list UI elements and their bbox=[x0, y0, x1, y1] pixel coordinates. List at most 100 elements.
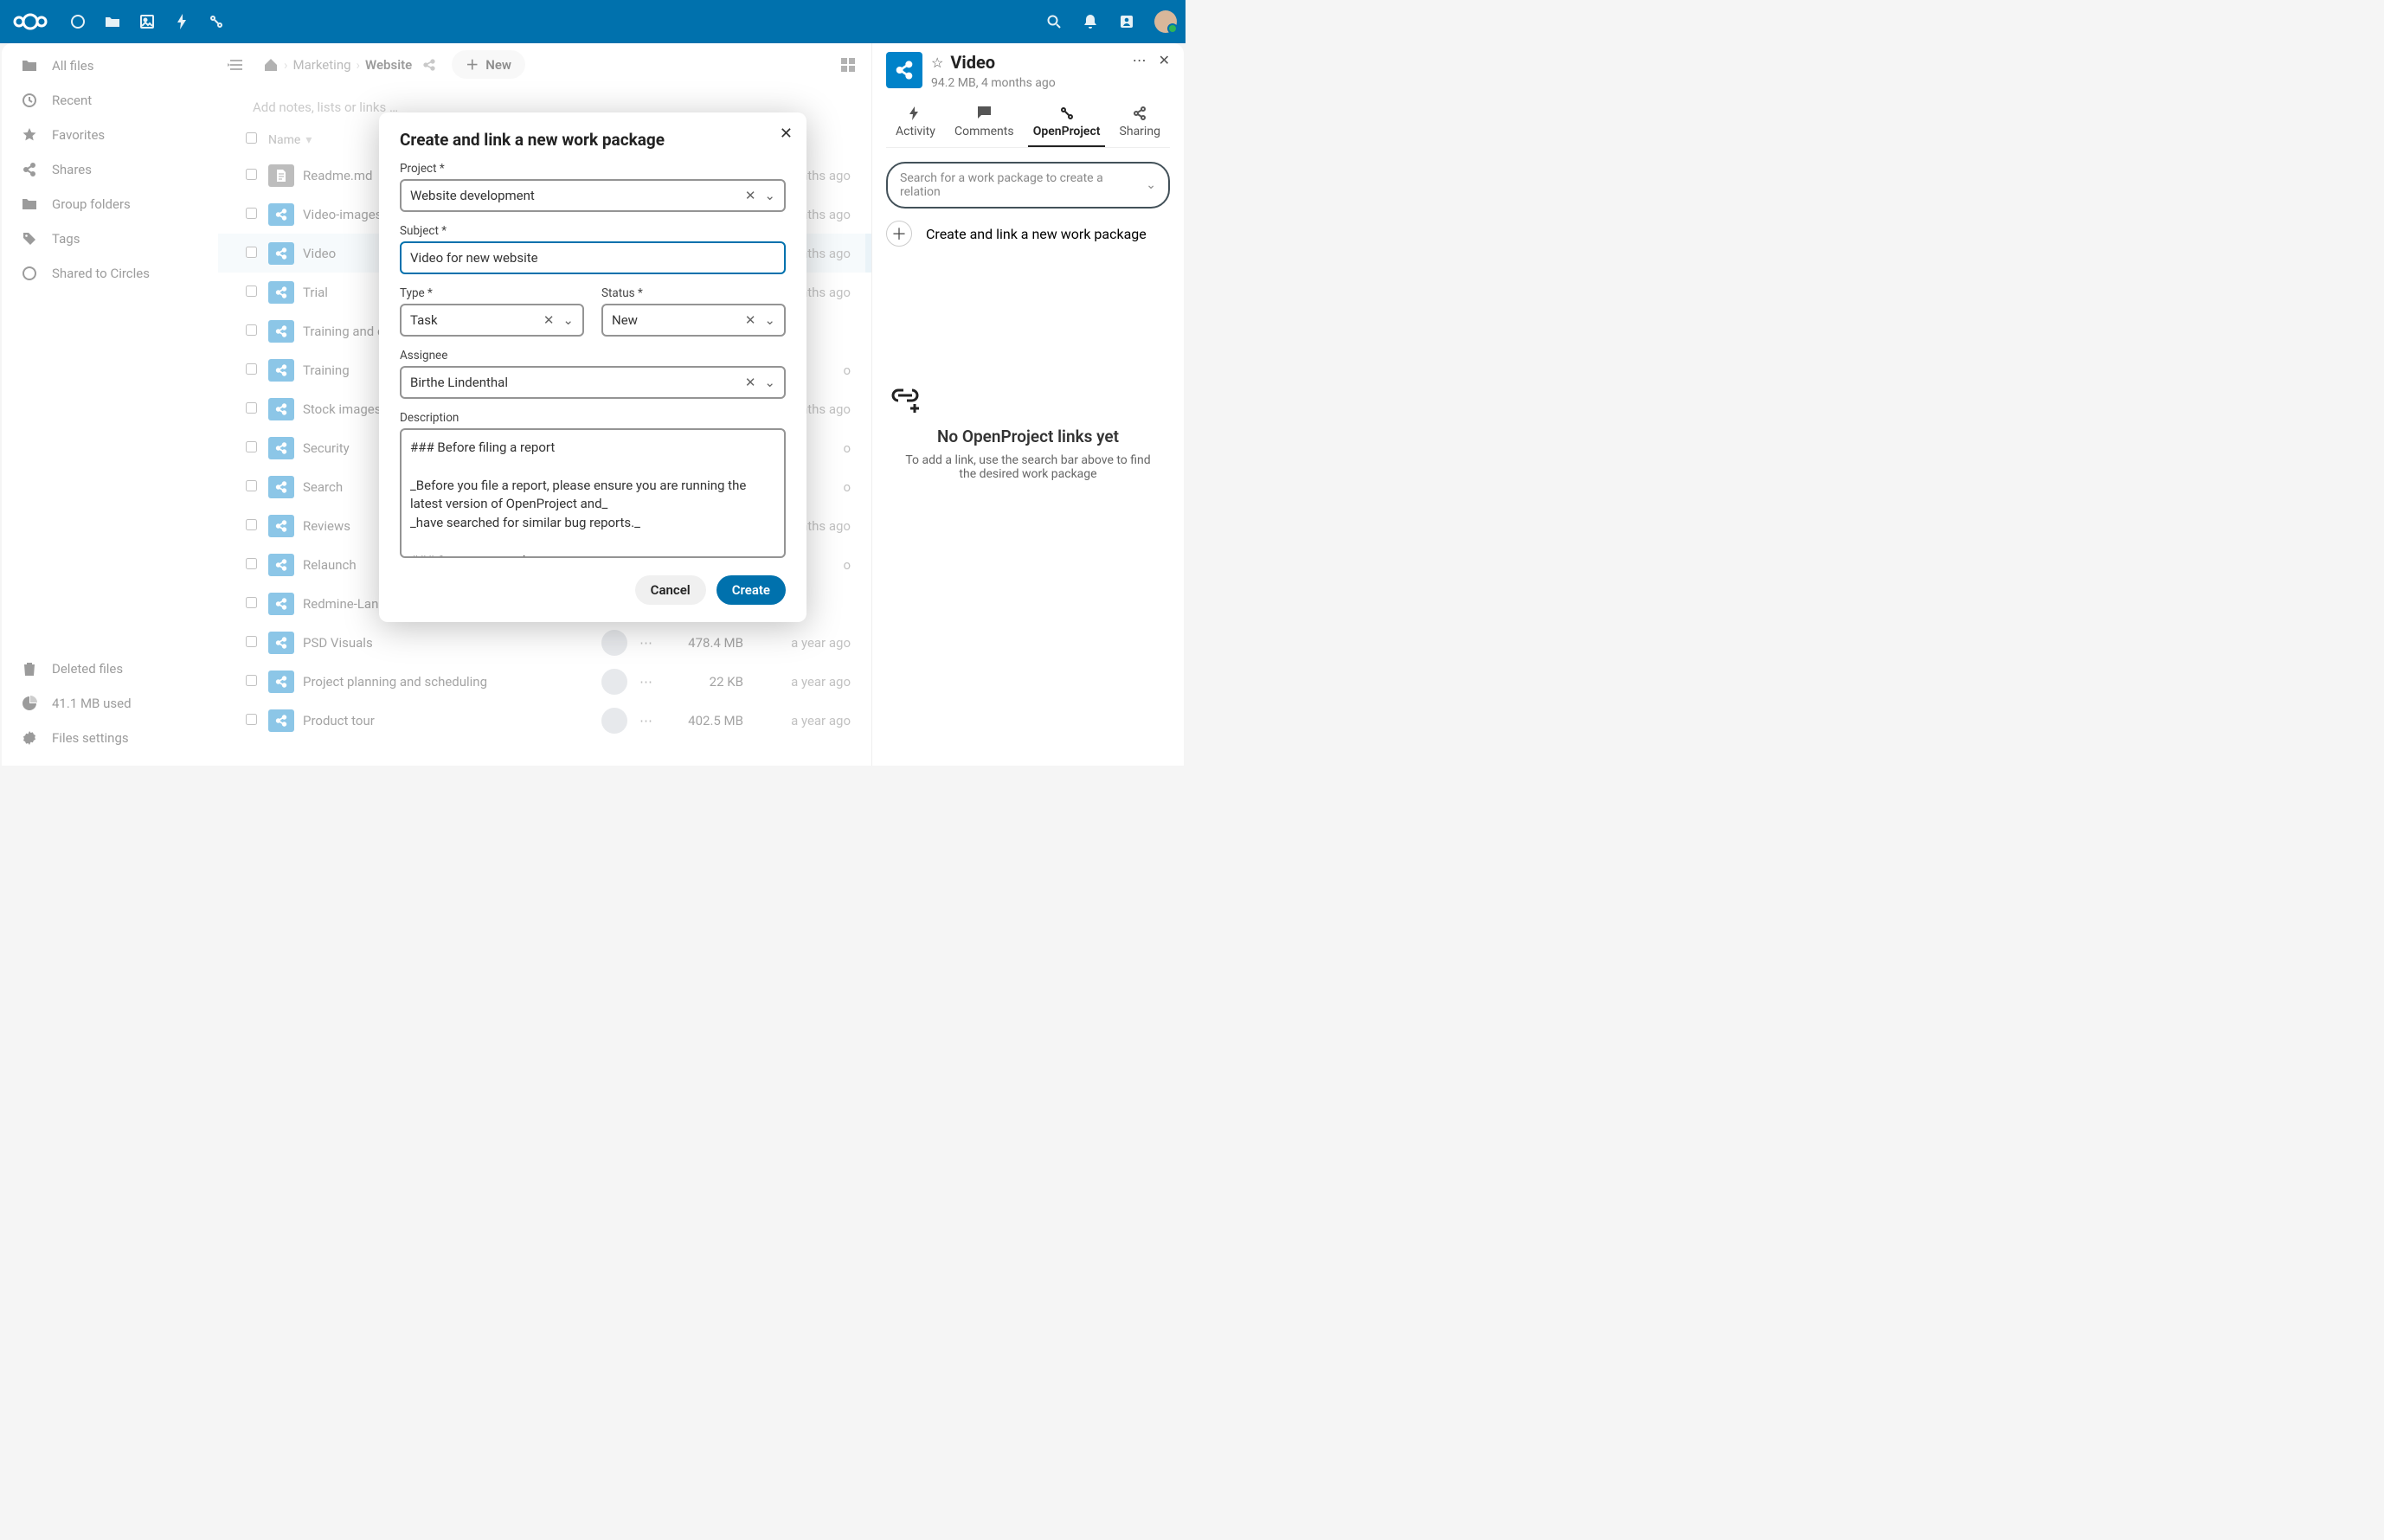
chevron-down-icon[interactable]: ⌄ bbox=[764, 375, 775, 390]
file-size: 478.4 MB bbox=[657, 635, 743, 651]
toggle-sidebar-icon[interactable] bbox=[227, 58, 244, 72]
sidebar-item-label: Shares bbox=[52, 162, 92, 177]
activity-icon[interactable] bbox=[173, 13, 190, 30]
empty-title: No OpenProject links yet bbox=[886, 427, 1170, 446]
row-checkbox[interactable] bbox=[246, 597, 257, 608]
row-checkbox[interactable] bbox=[246, 208, 257, 219]
row-checkbox[interactable] bbox=[246, 286, 257, 297]
chevron-down-icon[interactable]: ⌄ bbox=[764, 312, 775, 328]
project-select[interactable]: Website development ✕ ⌄ bbox=[400, 179, 786, 212]
shared-folder-icon bbox=[268, 476, 294, 498]
owner-avatar[interactable] bbox=[601, 708, 627, 734]
details-subtitle: 94.2 MB, 4 months ago bbox=[931, 76, 1124, 90]
nextcloud-logo-icon[interactable] bbox=[9, 11, 52, 32]
notifications-icon[interactable] bbox=[1082, 13, 1099, 30]
create-link-label: Create and link a new work package bbox=[926, 226, 1147, 242]
sidebar-item-shared-circles[interactable]: Shared to Circles bbox=[5, 256, 215, 291]
search-placeholder: Search for a work package to create a re… bbox=[900, 171, 1146, 199]
user-avatar[interactable] bbox=[1154, 10, 1177, 33]
activity-tab-icon bbox=[908, 106, 923, 121]
sidebar-item-recent[interactable]: Recent bbox=[5, 83, 215, 118]
row-checkbox[interactable] bbox=[246, 558, 257, 569]
status-select[interactable]: New ✕⌄ bbox=[601, 304, 786, 337]
owner-avatar[interactable] bbox=[601, 669, 627, 695]
close-modal-icon[interactable]: ✕ bbox=[780, 125, 793, 143]
clear-icon[interactable]: ✕ bbox=[745, 312, 756, 328]
file-row[interactable]: Project planning and scheduling⋯22 KBa y… bbox=[218, 662, 871, 701]
sidebar-item-deleted[interactable]: Deleted files bbox=[5, 651, 215, 686]
row-actions-icon[interactable]: ⋯ bbox=[639, 635, 657, 651]
sidebar-item-settings[interactable]: Files settings bbox=[5, 721, 215, 755]
chevron-down-icon: ⌄ bbox=[1146, 178, 1156, 192]
column-name[interactable]: Name bbox=[268, 133, 300, 147]
row-actions-icon[interactable]: ⋯ bbox=[639, 674, 657, 690]
sidebar-item-tags[interactable]: Tags bbox=[5, 221, 215, 256]
row-checkbox[interactable] bbox=[246, 675, 257, 686]
tab-activity[interactable]: Activity bbox=[890, 106, 941, 147]
tab-sharing[interactable]: Sharing bbox=[1115, 106, 1166, 147]
sidebar-item-favorites[interactable]: Favorites bbox=[5, 118, 215, 152]
more-icon[interactable]: ⋯ bbox=[1133, 52, 1147, 68]
plus-icon: ＋ bbox=[466, 55, 479, 74]
openproject-app-icon[interactable] bbox=[208, 13, 225, 30]
sidebar: All files Recent Favorites Shares Group … bbox=[2, 43, 218, 766]
subject-input[interactable]: Video for new website bbox=[400, 241, 786, 274]
sidebar-item-all-files[interactable]: All files bbox=[5, 48, 215, 83]
favorite-star-icon[interactable]: ☆ bbox=[931, 55, 943, 71]
shared-folder-icon bbox=[268, 515, 294, 537]
plus-circle-icon: ＋ bbox=[886, 221, 912, 247]
row-checkbox[interactable] bbox=[246, 247, 257, 258]
files-icon[interactable] bbox=[104, 13, 121, 30]
create-link-row[interactable]: ＋ Create and link a new work package bbox=[886, 221, 1170, 247]
row-checkbox[interactable] bbox=[246, 480, 257, 491]
link-plus-icon bbox=[886, 385, 1170, 416]
dashboard-icon[interactable] bbox=[69, 13, 87, 30]
row-checkbox[interactable] bbox=[246, 519, 257, 530]
shared-folder-icon bbox=[268, 398, 294, 420]
select-all-checkbox[interactable] bbox=[246, 132, 257, 144]
description-textarea[interactable]: ### Before filing a report _Before you f… bbox=[400, 428, 786, 558]
chevron-down-icon[interactable]: ⌄ bbox=[764, 188, 775, 203]
create-button[interactable]: Create bbox=[716, 575, 786, 605]
shared-folder-icon bbox=[268, 554, 294, 576]
search-icon[interactable] bbox=[1045, 13, 1063, 30]
shared-folder-icon bbox=[268, 320, 294, 343]
project-value: Website development bbox=[410, 188, 535, 203]
close-details-icon[interactable]: ✕ bbox=[1159, 52, 1170, 68]
row-checkbox[interactable] bbox=[246, 363, 257, 375]
photos-icon[interactable] bbox=[138, 13, 156, 30]
contacts-icon[interactable] bbox=[1118, 13, 1135, 30]
share-crumb-icon[interactable] bbox=[422, 58, 436, 72]
file-row[interactable]: Product tour⋯402.5 MBa year ago bbox=[218, 701, 871, 740]
file-row[interactable]: PSD Visuals⋯478.4 MBa year ago bbox=[218, 623, 871, 662]
grid-view-icon[interactable] bbox=[840, 57, 856, 73]
cancel-button[interactable]: Cancel bbox=[635, 575, 706, 605]
breadcrumb-parent[interactable]: Marketing bbox=[293, 57, 351, 73]
chevron-down-icon[interactable]: ⌄ bbox=[562, 312, 574, 328]
row-actions-icon[interactable]: ⋯ bbox=[639, 713, 657, 728]
work-package-search[interactable]: Search for a work package to create a re… bbox=[886, 162, 1170, 209]
row-checkbox[interactable] bbox=[246, 441, 257, 452]
clear-icon[interactable]: ✕ bbox=[745, 375, 756, 390]
clear-icon[interactable]: ✕ bbox=[745, 188, 756, 203]
assignee-select[interactable]: Birthe Lindenthal ✕⌄ bbox=[400, 366, 786, 399]
tab-comments[interactable]: Comments bbox=[949, 106, 1019, 147]
new-button[interactable]: ＋ New bbox=[452, 50, 525, 79]
row-checkbox[interactable] bbox=[246, 714, 257, 725]
new-button-label: New bbox=[485, 57, 511, 73]
tab-openproject[interactable]: OpenProject bbox=[1028, 106, 1106, 147]
sidebar-item-shares[interactable]: Shares bbox=[5, 152, 215, 187]
row-checkbox[interactable] bbox=[246, 402, 257, 414]
type-select[interactable]: Task ✕⌄ bbox=[400, 304, 584, 337]
clear-icon[interactable]: ✕ bbox=[543, 312, 555, 328]
row-checkbox[interactable] bbox=[246, 636, 257, 647]
row-checkbox[interactable] bbox=[246, 169, 257, 180]
file-size: 402.5 MB bbox=[657, 713, 743, 728]
owner-avatar[interactable] bbox=[601, 630, 627, 656]
shared-folder-icon bbox=[268, 203, 294, 226]
home-icon[interactable] bbox=[263, 57, 279, 73]
breadcrumb-current[interactable]: Website bbox=[365, 57, 412, 73]
pie-icon bbox=[21, 695, 38, 712]
row-checkbox[interactable] bbox=[246, 324, 257, 336]
sidebar-item-group-folders[interactable]: Group folders bbox=[5, 187, 215, 221]
